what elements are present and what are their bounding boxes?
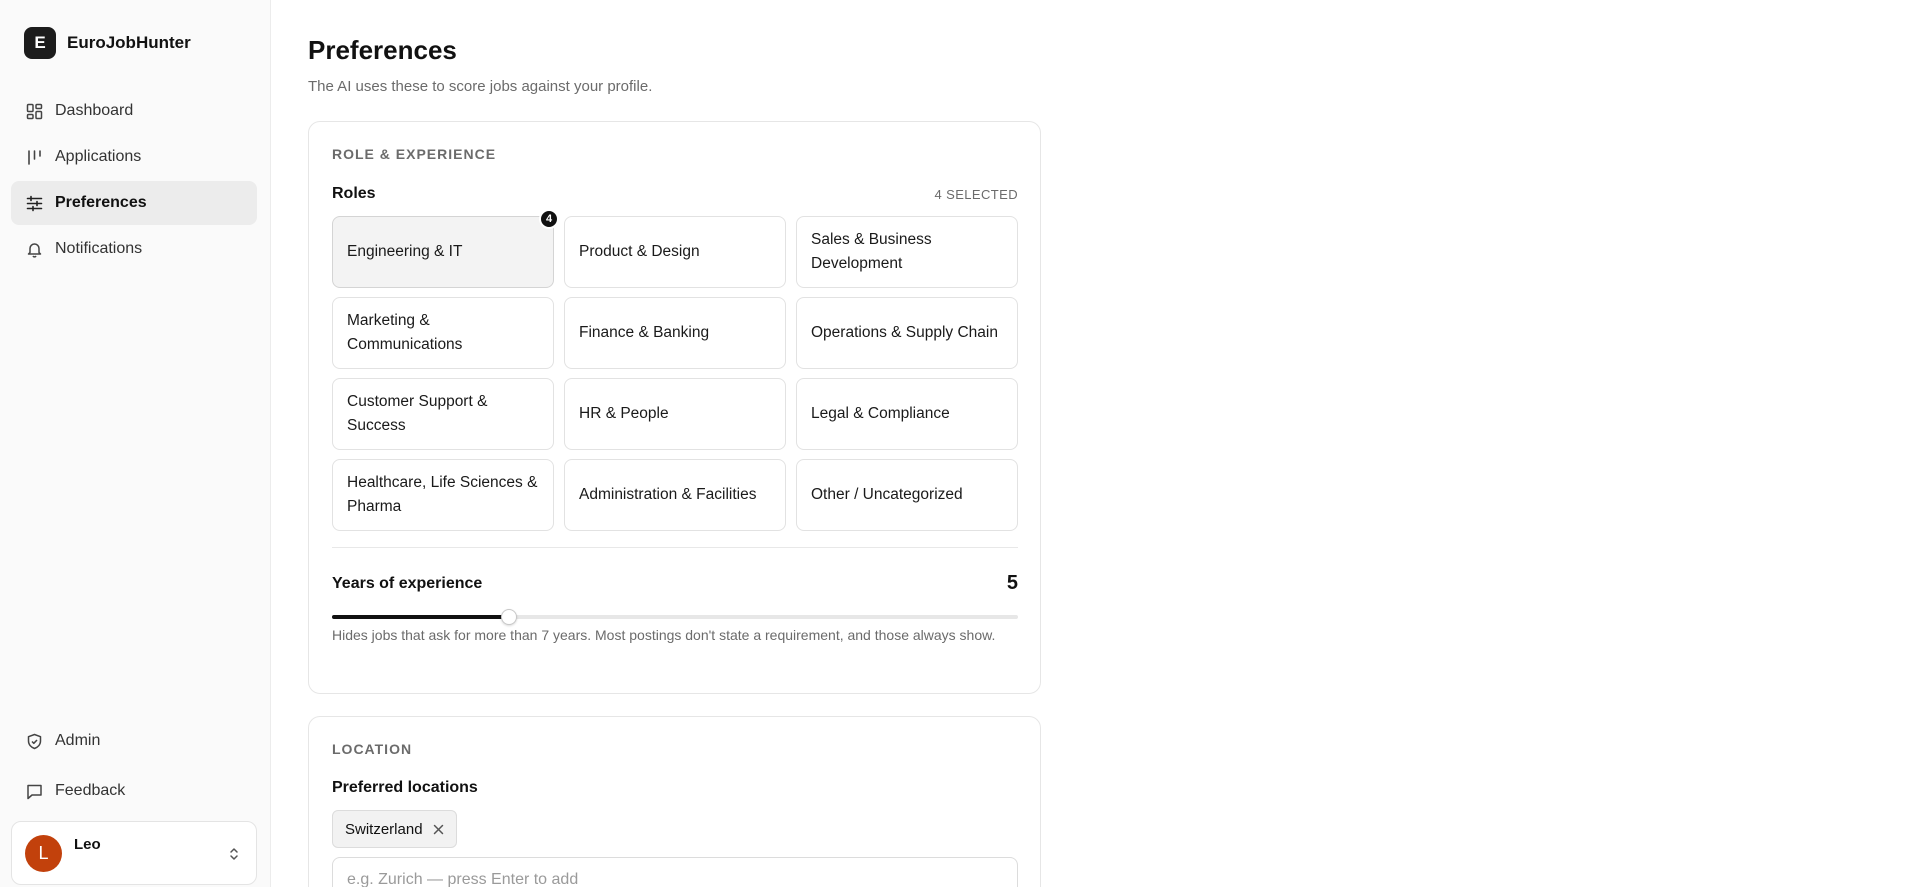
- roles-title: Roles: [332, 185, 376, 202]
- experience-value: 5: [1006, 572, 1018, 594]
- location-chip: Switzerland: [332, 810, 457, 848]
- role-label: Finance & Banking: [579, 324, 710, 341]
- role-label: Legal & Compliance: [811, 405, 950, 422]
- sidebar-item-feedback[interactable]: Feedback: [11, 769, 257, 813]
- sliders-icon: [25, 194, 43, 212]
- sidebar-bottom-nav: Admin Feedback: [11, 719, 257, 819]
- sidebar-item-applications[interactable]: Applications: [11, 135, 257, 179]
- location-input[interactable]: [332, 857, 1018, 887]
- role-tile[interactable]: Finance & Banking: [564, 297, 786, 369]
- sidebar-item-label: Admin: [55, 732, 101, 749]
- sidebar-item-preferences[interactable]: Preferences: [11, 181, 257, 225]
- page-title: Preferences: [308, 35, 457, 65]
- role-experience-card: ROLE & EXPERIENCE Roles 4 SELECTED Engin…: [308, 121, 1041, 694]
- slider-thumb[interactable]: [500, 609, 517, 625]
- sidebar-item-label: Notifications: [55, 240, 143, 257]
- sidebar-item-dashboard[interactable]: Dashboard: [11, 89, 257, 133]
- sidebar-item-label: Preferences: [55, 194, 147, 211]
- slider-fill: [332, 615, 509, 619]
- brand[interactable]: E EuroJobHunter: [24, 27, 191, 59]
- location-card: LOCATION Preferred locations Switzerland: [308, 716, 1041, 887]
- user-menu[interactable]: L Leo: [11, 821, 257, 885]
- chip-label: Switzerland: [345, 820, 423, 838]
- role-label: Marketing & Communications: [347, 312, 463, 353]
- section-label: LOCATION: [332, 741, 413, 757]
- sidebar-nav: Dashboard Applications Preferences Notif…: [11, 89, 257, 273]
- sidebar-item-label: Feedback: [55, 782, 126, 799]
- sidebar-item-label: Applications: [55, 148, 142, 165]
- divider: [332, 547, 1018, 548]
- close-icon[interactable]: [433, 824, 444, 835]
- roles-header: Roles 4 SELECTED: [332, 185, 1018, 203]
- avatar: L: [25, 834, 62, 872]
- role-tile[interactable]: Engineering & IT 4: [332, 209, 559, 288]
- role-count-badge: 4: [539, 209, 559, 229]
- shield-icon: [25, 732, 43, 750]
- bell-icon: [25, 240, 43, 258]
- role-tile[interactable]: Sales & Business Development: [796, 216, 1018, 288]
- role-tile[interactable]: HR & People: [564, 378, 786, 450]
- experience-help-text: Hides jobs that ask for more than 7 year…: [332, 627, 996, 643]
- role-label: Customer Support & Success: [347, 393, 488, 434]
- applications-icon: [25, 148, 43, 166]
- role-label: Engineering & IT: [347, 243, 463, 260]
- sidebar-item-label: Dashboard: [55, 102, 134, 119]
- role-label: Other / Uncategorized: [811, 486, 963, 503]
- brand-name: EuroJobHunter: [67, 33, 191, 52]
- role-label: Sales & Business Development: [811, 231, 932, 272]
- role-label: Operations & Supply Chain: [811, 324, 998, 341]
- chevron-up-down-icon: [228, 846, 240, 867]
- user-name: Leo: [74, 835, 101, 853]
- dashboard-icon: [25, 102, 43, 120]
- role-label: Administration & Facilities: [579, 486, 757, 503]
- brand-logo: E: [24, 27, 56, 59]
- experience-slider[interactable]: [332, 609, 1018, 625]
- message-icon: [25, 782, 43, 800]
- preferred-locations-title: Preferred locations: [332, 779, 478, 796]
- role-tile[interactable]: Administration & Facilities: [564, 459, 786, 531]
- experience-header: Years of experience 5: [332, 572, 1018, 595]
- role-tile[interactable]: Healthcare, Life Sciences & Pharma: [332, 459, 554, 531]
- role-tile[interactable]: Marketing & Communications: [332, 297, 554, 369]
- role-tile[interactable]: Other / Uncategorized: [796, 459, 1018, 531]
- sidebar: E EuroJobHunter Dashboard Applications P…: [0, 0, 271, 887]
- experience-label: Years of experience: [332, 574, 483, 592]
- sidebar-item-admin[interactable]: Admin: [11, 719, 257, 763]
- role-grid: Engineering & IT 4 Product & Design Sale…: [332, 209, 1018, 531]
- role-tile[interactable]: Product & Design: [564, 216, 786, 288]
- role-label: Healthcare, Life Sciences & Pharma: [347, 474, 538, 515]
- role-tile[interactable]: Operations & Supply Chain: [796, 297, 1018, 369]
- role-label: Product & Design: [579, 243, 700, 260]
- role-tile[interactable]: Legal & Compliance: [796, 378, 1018, 450]
- sidebar-item-notifications[interactable]: Notifications: [11, 227, 257, 271]
- page-subtitle: The AI uses these to score jobs against …: [308, 78, 653, 95]
- section-label: ROLE & EXPERIENCE: [332, 146, 497, 162]
- role-label: HR & People: [579, 405, 669, 422]
- role-tile[interactable]: Customer Support & Success: [332, 378, 554, 450]
- roles-selected-count: 4 SELECTED: [934, 186, 1018, 202]
